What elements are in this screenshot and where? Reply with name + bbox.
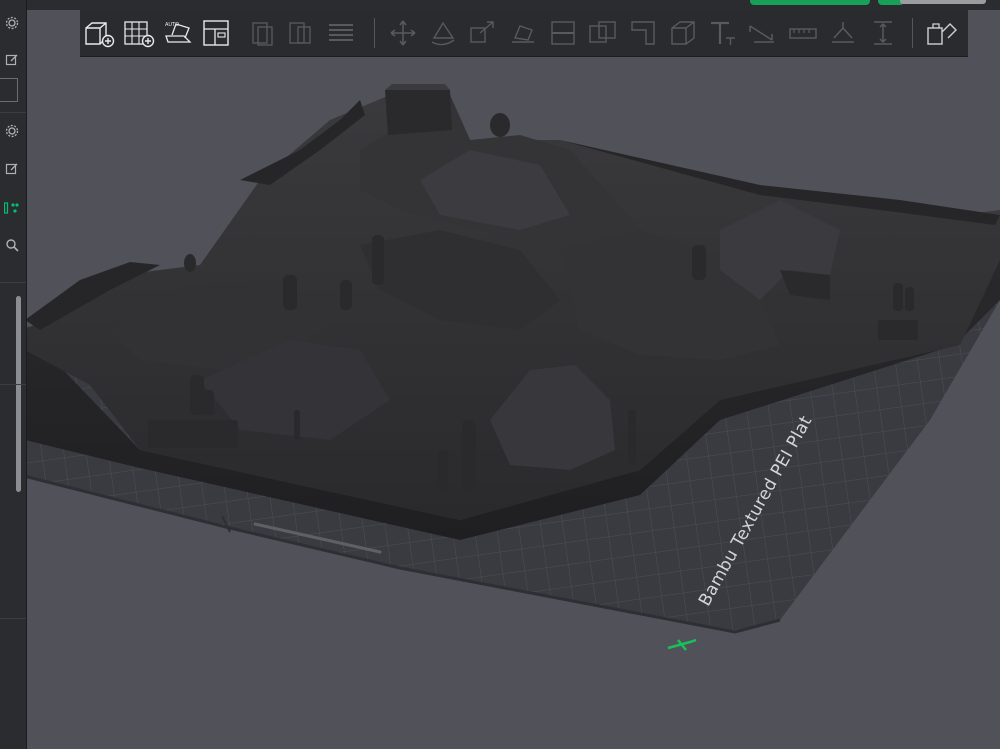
variable-layer-icon[interactable] [786, 16, 820, 50]
layers-icon[interactable] [324, 16, 358, 50]
move-icon[interactable] [386, 16, 420, 50]
svg-text:AUTO: AUTO [165, 22, 179, 28]
add-object-icon[interactable] [82, 16, 116, 50]
3d-viewport[interactable]: Bambu Textured PEI Plat [0, 0, 1000, 749]
boolean-icon[interactable] [586, 16, 620, 50]
fit-icon[interactable] [866, 16, 900, 50]
text-icon[interactable] [706, 16, 740, 50]
group-icon[interactable] [1, 197, 23, 219]
title-strip [26, 0, 1000, 10]
auto-orient-icon[interactable]: AUTO [162, 16, 196, 50]
seam-painting-icon[interactable] [666, 16, 700, 50]
assembly-icon[interactable] [826, 16, 860, 50]
support-painting-icon[interactable] [626, 16, 660, 50]
left-sidebar [0, 0, 27, 749]
origin-axes-icon [667, 638, 697, 651]
rotate-icon[interactable] [426, 16, 460, 50]
cut-icon[interactable] [546, 16, 580, 50]
measure-icon[interactable] [746, 16, 780, 50]
add-plate-icon[interactable] [122, 16, 156, 50]
arrange-icon[interactable] [200, 16, 234, 50]
scale-icon[interactable] [466, 16, 500, 50]
scene-canvas[interactable] [0, 0, 1000, 749]
edit-icon[interactable] [1, 49, 23, 71]
export-tab[interactable] [900, 0, 986, 4]
sidebar-scrollbar[interactable] [16, 296, 21, 492]
main-toolbar: AUTO [80, 10, 968, 57]
assembly-view-icon[interactable] [924, 16, 958, 50]
search-icon[interactable] [1, 234, 23, 256]
split-parts-icon[interactable] [284, 16, 318, 50]
color-swatch[interactable] [0, 78, 18, 102]
split-objects-icon[interactable] [246, 16, 280, 50]
lay-on-face-icon[interactable] [506, 16, 540, 50]
edit-icon[interactable] [1, 158, 23, 180]
gear-icon[interactable] [1, 120, 23, 142]
gear-icon[interactable] [1, 12, 23, 34]
prepare-tab[interactable] [750, 0, 870, 5]
